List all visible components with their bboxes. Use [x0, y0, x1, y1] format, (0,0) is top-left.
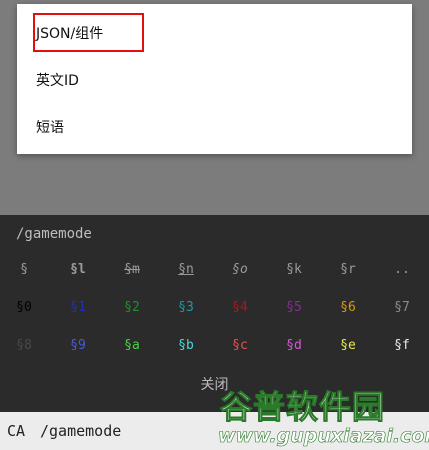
- command-input[interactable]: /gamemode: [40, 422, 121, 440]
- command-input-bar: CA /gamemode: [0, 412, 429, 450]
- menu-item-label: 短语: [36, 120, 64, 136]
- close-button[interactable]: 关闭: [0, 374, 429, 394]
- menu-item-label: 英文ID: [36, 73, 79, 89]
- menu-item-english-id[interactable]: 英文ID: [17, 56, 412, 104]
- format-code-button[interactable]: §r: [328, 262, 368, 277]
- format-code-button[interactable]: §k: [274, 262, 314, 277]
- color-code-button[interactable]: §8: [4, 338, 44, 353]
- color-code-button[interactable]: §d: [274, 338, 314, 353]
- color-code-button[interactable]: §0: [4, 300, 44, 315]
- format-code-button[interactable]: §m: [112, 262, 152, 277]
- popup-menu: JSON/组件 英文ID 短语: [17, 4, 412, 154]
- color-code-button[interactable]: §c: [220, 338, 260, 353]
- color-code-button[interactable]: §5: [274, 300, 314, 315]
- format-code-grid: § §l §m §n §o §k §r .. §0 §1 §2 §3 §4 §5…: [0, 256, 429, 370]
- color-code-button[interactable]: §e: [328, 338, 368, 353]
- ca-button[interactable]: CA: [7, 422, 25, 440]
- format-code-button[interactable]: §o: [220, 262, 260, 277]
- color-code-button[interactable]: §a: [112, 338, 152, 353]
- color-code-button[interactable]: §7: [382, 300, 422, 315]
- color-code-button[interactable]: §4: [220, 300, 260, 315]
- color-code-button[interactable]: §9: [58, 338, 98, 353]
- command-preview: /gamemode: [16, 226, 92, 242]
- color-code-button[interactable]: §b: [166, 338, 206, 353]
- color-code-button[interactable]: §2: [112, 300, 152, 315]
- more-button[interactable]: ..: [382, 262, 422, 277]
- format-code-button[interactable]: §l: [58, 262, 98, 277]
- color-code-button[interactable]: §3: [166, 300, 206, 315]
- menu-item-phrase[interactable]: 短语: [17, 103, 412, 151]
- format-code-button[interactable]: §n: [166, 262, 206, 277]
- color-code-button[interactable]: §1: [58, 300, 98, 315]
- format-code-row: §8 §9 §a §b §c §d §e §f: [0, 332, 429, 370]
- format-code-row: § §l §m §n §o §k §r ..: [0, 256, 429, 294]
- color-code-button[interactable]: §6: [328, 300, 368, 315]
- format-code-row: §0 §1 §2 §3 §4 §5 §6 §7: [0, 294, 429, 332]
- highlight-annotation: [33, 13, 144, 52]
- color-code-button[interactable]: §f: [382, 338, 422, 353]
- format-code-button[interactable]: §: [4, 262, 44, 277]
